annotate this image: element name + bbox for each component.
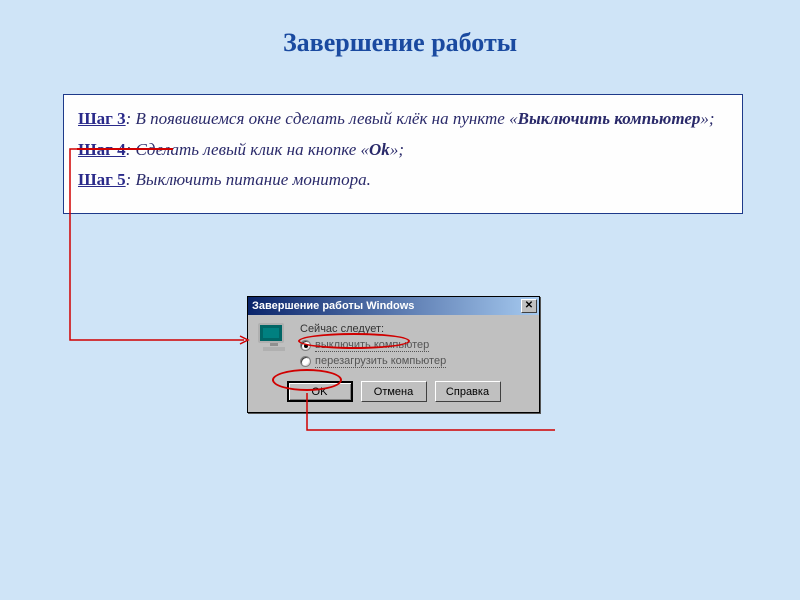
step-3-label: Шаг 3 — [78, 109, 126, 128]
step-4-emph: Ok — [369, 140, 390, 159]
radio-restart-row[interactable]: перезагрузить компьютер — [300, 355, 529, 368]
step-3: Шаг 3: В появившемся окне сделать левый … — [78, 107, 728, 132]
dialog-title: Завершение работы Windows — [252, 300, 414, 312]
computer-icon — [258, 323, 290, 355]
dialog-titlebar: Завершение работы Windows ✕ — [248, 297, 539, 315]
page-title: Завершение работы — [0, 0, 800, 58]
step-3-emph: Выключить компьютер — [518, 109, 701, 128]
step-5-text: : Выключить питание монитора. — [126, 170, 371, 189]
cancel-button[interactable]: Отмена — [361, 381, 427, 402]
highlight-oval-ok — [272, 369, 342, 391]
red-underline — [77, 148, 173, 150]
step-5: Шаг 5: Выключить питание монитора. — [78, 168, 728, 193]
radio-restart-label: перезагрузить компьютер — [315, 355, 446, 368]
step-3-text-b: »; — [700, 109, 714, 128]
step-3-text-a: : В появившемся окне сделать левый клёк … — [126, 109, 518, 128]
step-5-label: Шаг 5 — [78, 170, 126, 189]
shutdown-dialog: Завершение работы Windows ✕ Сейчас следу… — [247, 296, 540, 413]
highlight-oval-option — [298, 333, 410, 349]
instruction-panel: Шаг 3: В появившемся окне сделать левый … — [63, 94, 743, 214]
radio-restart[interactable] — [300, 356, 311, 367]
close-button[interactable]: ✕ — [521, 299, 537, 313]
step-4: Шаг 4: Сделать левый клик на кнопке «Ok»… — [78, 138, 728, 163]
help-button[interactable]: Справка — [435, 381, 501, 402]
step-4-text-b: »; — [390, 140, 404, 159]
